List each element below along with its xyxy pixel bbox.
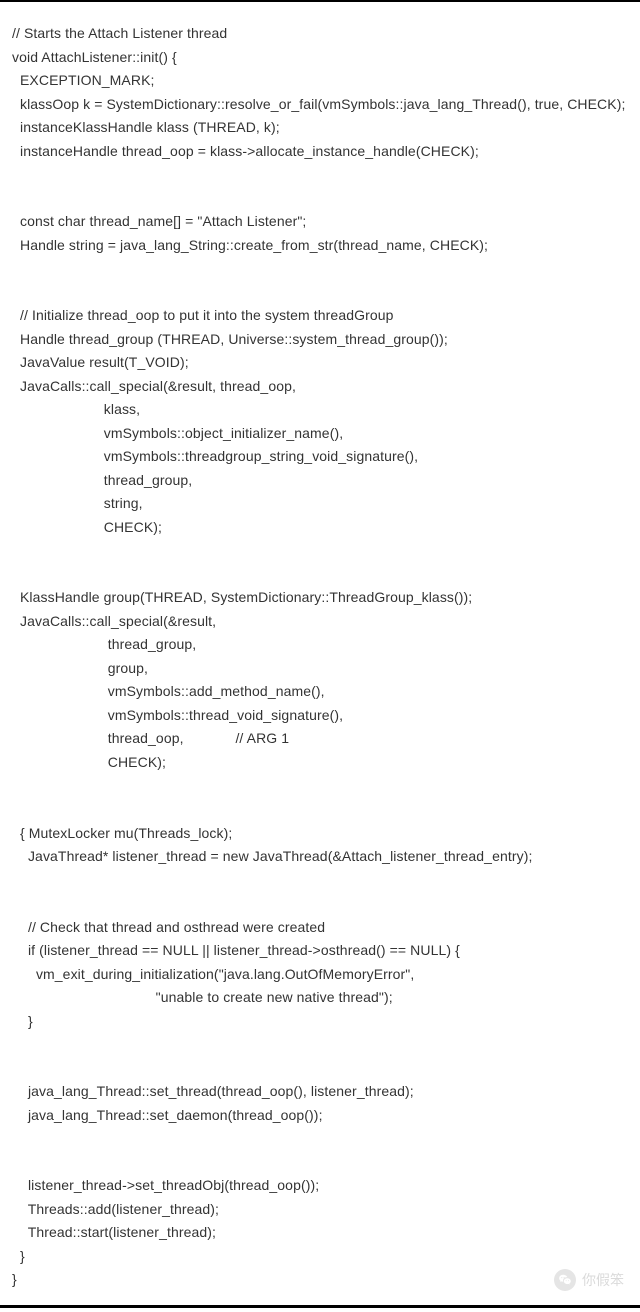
code-line: instanceHandle thread_oop = klass->alloc… [12, 140, 628, 164]
code-line: Handle thread_group (THREAD, Universe::s… [12, 328, 628, 352]
watermark-text: 你假笨 [582, 1270, 624, 1290]
code-line [12, 892, 628, 916]
code-line [12, 1127, 628, 1151]
code-line: const char thread_name[] = "Attach Liste… [12, 210, 628, 234]
code-line: if (listener_thread == NULL || listener_… [12, 939, 628, 963]
code-line: listener_thread->set_threadObj(thread_oo… [12, 1174, 628, 1198]
code-line: { MutexLocker mu(Threads_lock); [12, 822, 628, 846]
code-line: vmSymbols::object_initializer_name(), [12, 422, 628, 446]
code-line: // Starts the Attach Listener thread [12, 22, 628, 46]
code-line: vmSymbols::thread_void_signature(), [12, 704, 628, 728]
code-line: java_lang_Thread::set_daemon(thread_oop(… [12, 1104, 628, 1128]
code-line [12, 563, 628, 587]
code-line: EXCEPTION_MARK; [12, 69, 628, 93]
code-line [12, 187, 628, 211]
code-line: Thread::start(listener_thread); [12, 1221, 628, 1245]
code-line [12, 869, 628, 893]
code-line: instanceKlassHandle klass (THREAD, k); [12, 116, 628, 140]
code-line: klass, [12, 398, 628, 422]
code-line: string, [12, 492, 628, 516]
code-line: } [12, 1010, 628, 1034]
code-line [12, 1033, 628, 1057]
code-line: java_lang_Thread::set_thread(thread_oop(… [12, 1080, 628, 1104]
code-line: CHECK); [12, 751, 628, 775]
code-line: klassOop k = SystemDictionary::resolve_o… [12, 93, 628, 117]
code-line: KlassHandle group(THREAD, SystemDictiona… [12, 586, 628, 610]
code-line [12, 163, 628, 187]
code-line [12, 281, 628, 305]
code-line: // Check that thread and osthread were c… [12, 916, 628, 940]
code-line: CHECK); [12, 516, 628, 540]
code-line [12, 1151, 628, 1175]
code-line: vmSymbols::add_method_name(), [12, 680, 628, 704]
code-line: thread_group, [12, 633, 628, 657]
code-line: void AttachListener::init() { [12, 46, 628, 70]
code-line: thread_group, [12, 469, 628, 493]
code-line [12, 798, 628, 822]
code-line [12, 257, 628, 281]
code-line: Threads::add(listener_thread); [12, 1198, 628, 1222]
code-block: // Starts the Attach Listener threadvoid… [0, 2, 640, 1312]
code-line: thread_oop, // ARG 1 [12, 727, 628, 751]
code-line: JavaCalls::call_special(&result, [12, 610, 628, 634]
watermark: 你假笨 [554, 1269, 624, 1291]
code-line: } [12, 1268, 628, 1292]
code-line: "unable to create new native thread"); [12, 986, 628, 1010]
code-line: // Initialize thread_oop to put it into … [12, 304, 628, 328]
code-line: JavaThread* listener_thread = new JavaTh… [12, 845, 628, 869]
code-line: vmSymbols::threadgroup_string_void_signa… [12, 445, 628, 469]
code-line: vm_exit_during_initialization("java.lang… [12, 963, 628, 987]
code-line: JavaCalls::call_special(&result, thread_… [12, 375, 628, 399]
code-line [12, 1057, 628, 1081]
code-line [12, 775, 628, 799]
code-line: group, [12, 657, 628, 681]
code-line: } [12, 1245, 628, 1269]
code-line: JavaValue result(T_VOID); [12, 351, 628, 375]
code-line [12, 539, 628, 563]
code-line: Handle string = java_lang_String::create… [12, 234, 628, 258]
wechat-icon [554, 1269, 576, 1291]
